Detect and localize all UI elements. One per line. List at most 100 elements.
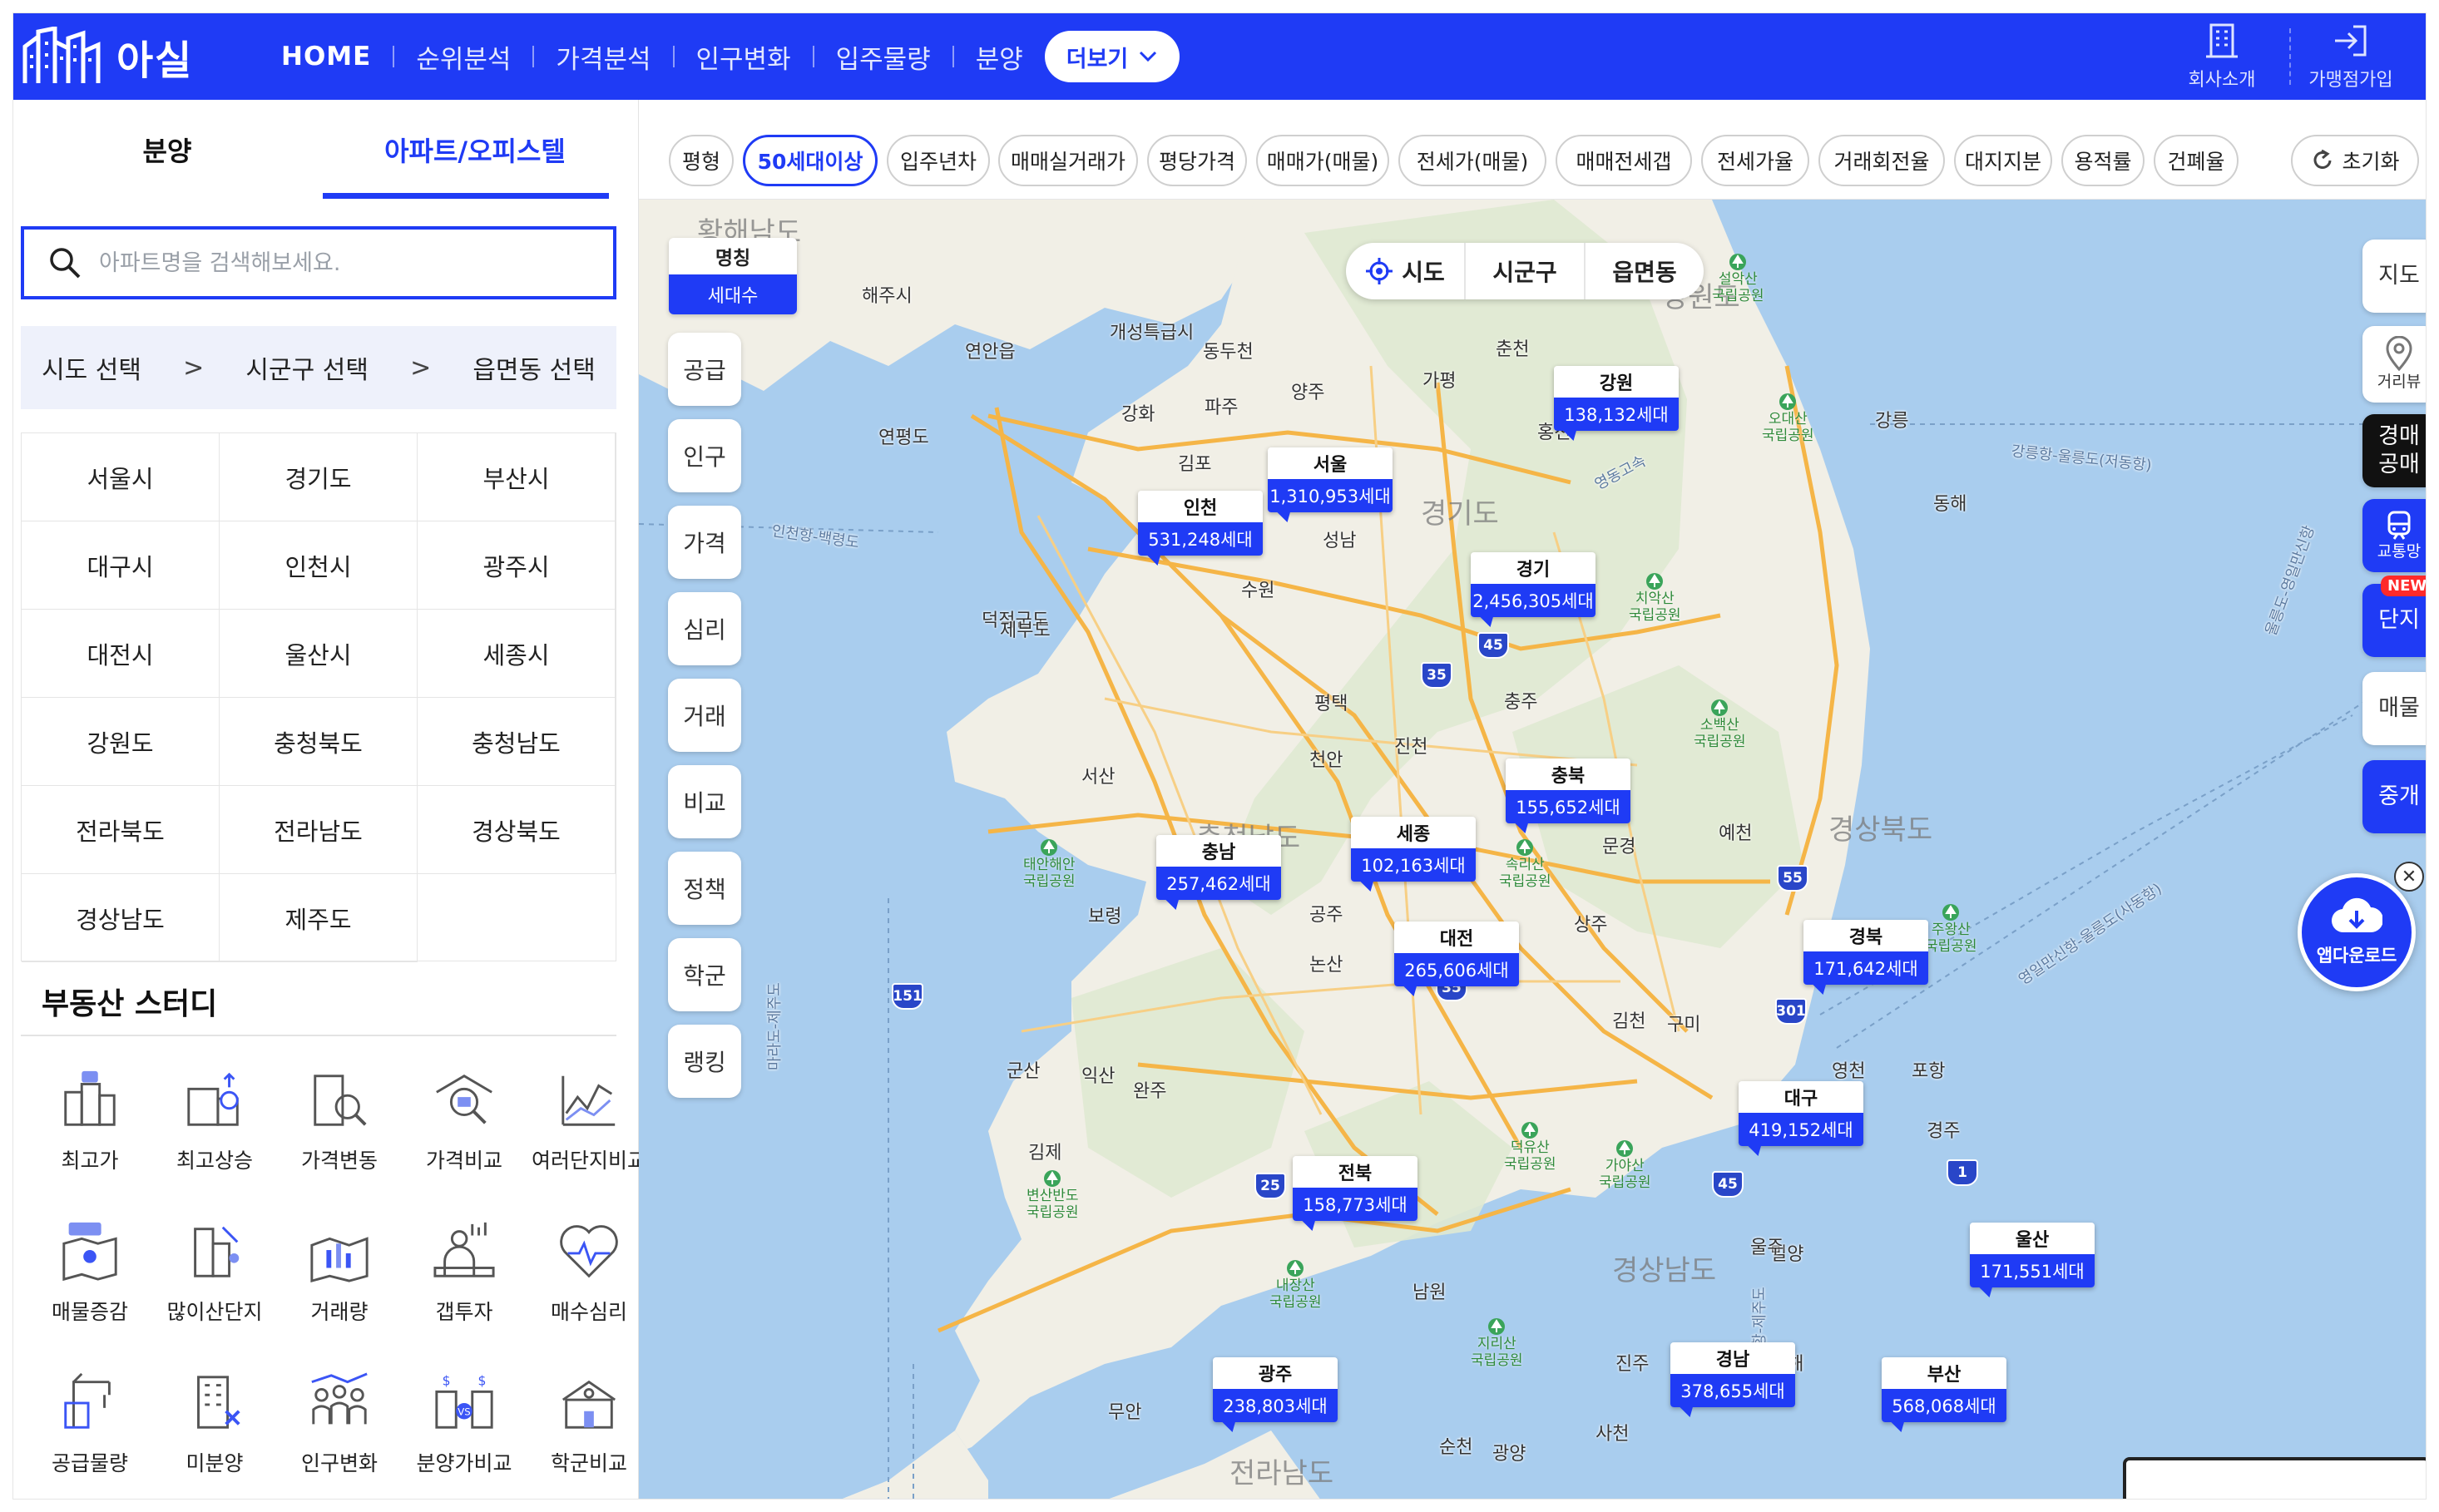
search-box[interactable]	[21, 226, 616, 299]
region-marker[interactable]: 대구 419,152세대	[1739, 1081, 1863, 1146]
auction-button[interactable]: 경매 공매	[2362, 414, 2426, 487]
region-cell[interactable]: 세종시	[418, 610, 616, 698]
map-menu-7[interactable]: 학군	[668, 938, 741, 1011]
level-eupmyeondong[interactable]: 읍면동	[1584, 243, 1704, 299]
search-input[interactable]	[99, 250, 581, 276]
map-menu-1[interactable]: 인구	[668, 419, 741, 492]
study-item[interactable]: 공급물량	[32, 1371, 148, 1495]
filter-chip[interactable]: 건폐율	[2154, 135, 2239, 186]
map-menu-5[interactable]: 비교	[668, 765, 741, 838]
region-marker[interactable]: 경기 2,456,305세대	[1471, 552, 1595, 617]
filter-chip[interactable]: 용적률	[2061, 135, 2145, 186]
filter-chip[interactable]: 매매가(매물)	[1256, 135, 1389, 186]
study-item[interactable]: 미분양	[156, 1371, 273, 1495]
region-cell[interactable]: 인천시	[220, 521, 418, 610]
region-cell[interactable]: 충청남도	[418, 698, 616, 786]
study-item[interactable]: 최고상승	[156, 1068, 273, 1193]
transit-button[interactable]: 교통망	[2362, 499, 2426, 572]
region-marker[interactable]: 부산 568,068세대	[1882, 1357, 2006, 1422]
study-item[interactable]: 많이산단지	[156, 1219, 273, 1344]
region-marker[interactable]: 경남 378,655세대	[1670, 1342, 1795, 1407]
map-menu-0[interactable]: 공급	[668, 333, 741, 406]
distance-view-button[interactable]: 거리뷰	[2362, 326, 2426, 403]
region-cell[interactable]: 강원도	[22, 698, 220, 786]
region-marker[interactable]: 경북 171,642세대	[1803, 920, 1928, 985]
study-item[interactable]: 인구변화	[281, 1371, 398, 1495]
map-menu-4[interactable]: 거래	[668, 679, 741, 752]
filter-chip[interactable]: 전세가율	[1701, 135, 1809, 186]
study-item[interactable]: 가격변동	[281, 1068, 398, 1193]
nav-ranking[interactable]: 순위분석	[416, 38, 511, 76]
sigungu-select[interactable]: 시군구 선택	[245, 349, 369, 386]
tab-presale[interactable]: 분양	[13, 100, 321, 200]
study-item[interactable]: 갭투자	[406, 1219, 522, 1344]
join-button[interactable]: 가맹점가입	[2301, 13, 2401, 100]
region-cell[interactable]: 서울시	[22, 433, 220, 521]
filter-chip[interactable]: 대지지분	[1954, 135, 2052, 186]
level-sigungu[interactable]: 시군구	[1464, 243, 1584, 299]
region-cell[interactable]: 전라북도	[22, 786, 220, 874]
nav-home[interactable]: HOME	[281, 42, 371, 72]
eupmyeondong-select[interactable]: 읍면동 선택	[472, 349, 596, 386]
map-type-button[interactable]: 지도	[2362, 240, 2426, 313]
region-marker[interactable]: 광주 238,803세대	[1213, 1357, 1338, 1422]
nav-population[interactable]: 인구변화	[696, 38, 791, 76]
filter-chip[interactable]: 전세가(매물)	[1398, 135, 1546, 186]
study-item[interactable]: 거래량	[281, 1219, 398, 1344]
filter-chip[interactable]: 거래회전율	[1818, 135, 1945, 186]
company-button[interactable]: 회사소개	[2184, 13, 2259, 100]
region-cell[interactable]: 경상북도	[418, 786, 616, 874]
study-item[interactable]: 최고가	[32, 1068, 148, 1193]
more-button[interactable]: 더보기	[1044, 31, 1180, 82]
region-marker[interactable]: 울산 171,551세대	[1970, 1223, 2095, 1287]
reset-button[interactable]: 초기화	[2291, 135, 2419, 186]
map-view[interactable]: 황해남도강원도경기도충청남도경상북도경상남도전라남도해주시개성특급시연안읍동두천…	[639, 200, 2426, 1499]
region-cell[interactable]: 제주도	[220, 874, 418, 962]
region-cell[interactable]: 충청북도	[220, 698, 418, 786]
region-marker[interactable]: 서울 1,310,953세대	[1268, 447, 1393, 512]
study-item[interactable]: 매수심리	[531, 1219, 647, 1344]
map-menu-8[interactable]: 랭킹	[668, 1025, 741, 1098]
close-icon[interactable]: ✕	[2394, 862, 2424, 892]
nav-presale[interactable]: 분양	[976, 38, 1023, 76]
region-marker[interactable]: 충남 257,462세대	[1156, 835, 1281, 900]
region-cell[interactable]: 대전시	[22, 610, 220, 698]
filter-chip[interactable]: 입주년차	[887, 135, 990, 186]
region-cell[interactable]: 경기도	[220, 433, 418, 521]
filter-chip[interactable]: 50세대이상	[743, 135, 878, 186]
region-marker[interactable]: 대전 265,606세대	[1394, 922, 1519, 986]
map-menu-3[interactable]: 심리	[668, 592, 741, 665]
filter-chip[interactable]: 매매실거래가	[998, 135, 1138, 186]
study-item[interactable]: 가격비교	[406, 1068, 522, 1193]
region-cell[interactable]: 광주시	[418, 521, 616, 610]
region-marker[interactable]: 인천 531,248세대	[1138, 491, 1263, 556]
study-item[interactable]: 여러단지비교	[531, 1068, 647, 1193]
region-marker[interactable]: 전북 158,773세대	[1293, 1156, 1417, 1221]
app-download-button[interactable]: 앱다운로드	[2298, 873, 2416, 991]
filter-chip[interactable]: 매매전세갭	[1556, 135, 1692, 186]
region-cell[interactable]: 부산시	[418, 433, 616, 521]
region-cell[interactable]: 전라남도	[220, 786, 418, 874]
level-sido[interactable]: 시도	[1346, 243, 1464, 299]
region-cell[interactable]: 경상남도	[22, 874, 220, 962]
filter-chip[interactable]: 평당가격	[1147, 135, 1247, 186]
listing-button[interactable]: 매물	[2362, 672, 2426, 745]
region-cell[interactable]: 울산시	[220, 610, 418, 698]
region-marker[interactable]: 충북 155,652세대	[1506, 758, 1630, 823]
map-menu-6[interactable]: 정책	[668, 852, 741, 925]
study-item[interactable]: 매물증감	[32, 1219, 148, 1344]
region-marker[interactable]: 강원 138,132세대	[1554, 366, 1679, 431]
site-logo[interactable]: 아실	[22, 22, 205, 91]
sido-select[interactable]: 시도 선택	[42, 349, 141, 386]
tab-apartment[interactable]: 아파트/오피스텔	[321, 100, 629, 200]
study-item[interactable]: VS $ $ 분양가비교	[406, 1371, 522, 1495]
mini-preview-thumbnail[interactable]	[2123, 1457, 2426, 1499]
broker-button[interactable]: 중개	[2362, 760, 2426, 833]
filter-chip[interactable]: 평형	[669, 135, 734, 186]
region-marker[interactable]: 세종 102,163세대	[1351, 817, 1476, 882]
map-menu-2[interactable]: 가격	[668, 506, 741, 579]
nav-price[interactable]: 가격분석	[556, 38, 651, 76]
region-cell[interactable]: 대구시	[22, 521, 220, 610]
nav-supply[interactable]: 입주물량	[836, 38, 931, 76]
study-item[interactable]: 학군비교	[531, 1371, 647, 1495]
